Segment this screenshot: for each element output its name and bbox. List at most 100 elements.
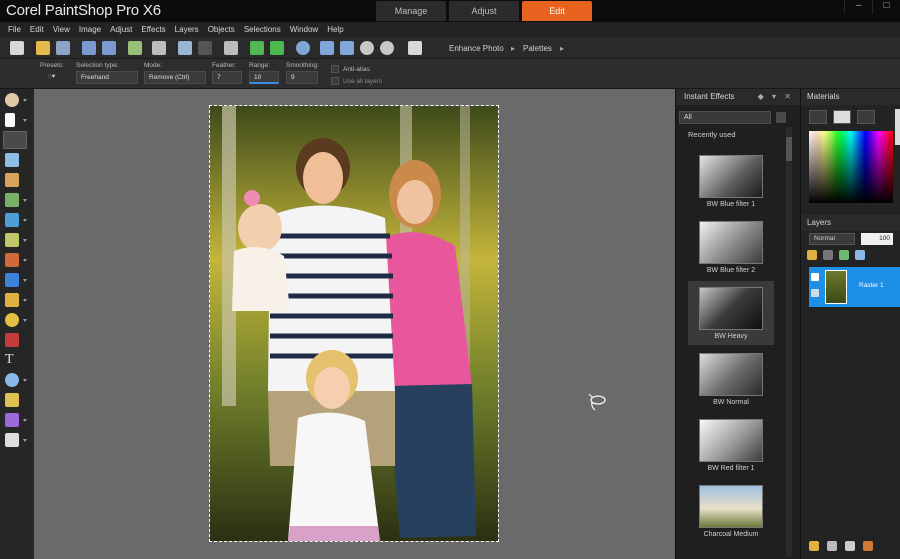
tab-adjust[interactable]: Adjust xyxy=(449,1,519,21)
effects-scrollbar[interactable] xyxy=(786,127,792,557)
pan-hand-icon[interactable] xyxy=(5,93,19,107)
pick-arrow-icon[interactable] xyxy=(5,113,15,127)
menu-help[interactable]: Help xyxy=(327,25,343,34)
dodge-icon[interactable] xyxy=(5,313,19,327)
chevron-down-icon[interactable] xyxy=(23,419,27,422)
chevron-down-icon[interactable] xyxy=(23,279,27,282)
view-options-icon[interactable] xyxy=(776,112,786,123)
menu-view[interactable]: View xyxy=(53,25,70,34)
rotate-left-icon[interactable] xyxy=(250,41,264,55)
tab-manage[interactable]: Manage xyxy=(376,1,446,21)
chevron-down-icon[interactable] xyxy=(23,319,27,322)
effect-bw-normal[interactable]: BW Normal xyxy=(688,347,774,411)
antialias-checkbox[interactable] xyxy=(331,65,339,73)
open-folder-icon[interactable] xyxy=(36,41,50,55)
menu-window[interactable]: Window xyxy=(290,25,318,34)
fit-window-icon[interactable] xyxy=(320,41,334,55)
chevron-down-icon[interactable] xyxy=(23,219,27,222)
use-all-layers-checkbox[interactable] xyxy=(331,77,339,85)
redo-icon[interactable] xyxy=(198,41,212,55)
makeover-icon[interactable] xyxy=(5,233,19,247)
menu-adjust[interactable]: Adjust xyxy=(110,25,132,34)
effect-bw-blue-filter-1[interactable]: BW Blue filter 1 xyxy=(688,149,774,213)
menu-objects[interactable]: Objects xyxy=(208,25,235,34)
rotate-right-icon[interactable] xyxy=(270,41,284,55)
freehand-selection-icon[interactable] xyxy=(3,131,27,149)
warp-brush-icon[interactable] xyxy=(5,413,19,427)
foreground-swatch[interactable] xyxy=(895,109,900,145)
family-photo[interactable] xyxy=(209,105,499,542)
blend-mode-select[interactable]: Normal xyxy=(809,233,855,245)
effect-bw-heavy[interactable]: BW Heavy xyxy=(688,281,774,345)
panel-controls-icon[interactable]: ◆ ▾ ✕ xyxy=(758,89,794,105)
crop-tool-icon[interactable] xyxy=(5,173,19,187)
chevron-down-icon[interactable] xyxy=(23,439,27,442)
mode-select[interactable]: Remove (Ctrl) xyxy=(144,71,206,84)
effect-bw-red-filter-1[interactable]: BW Red filter 1 xyxy=(688,413,774,477)
brush-icon[interactable] xyxy=(807,250,817,260)
delete-layer-icon[interactable] xyxy=(845,541,855,551)
copy-icon[interactable] xyxy=(408,41,422,55)
info-icon[interactable] xyxy=(296,41,310,55)
chevron-down-icon[interactable] xyxy=(23,299,27,302)
new-file-icon[interactable] xyxy=(10,41,24,55)
scratch-remover-icon[interactable] xyxy=(5,273,19,287)
chevron-down-icon[interactable] xyxy=(23,379,27,382)
pen-tool-icon[interactable] xyxy=(5,393,19,407)
rainbow-tab-icon[interactable] xyxy=(833,110,851,124)
zoom-out-icon[interactable] xyxy=(360,41,374,55)
color-replacer-icon[interactable] xyxy=(5,333,19,347)
menu-effects[interactable]: Effects xyxy=(141,25,165,34)
menu-layers[interactable]: Layers xyxy=(175,25,199,34)
lock-icon[interactable] xyxy=(811,289,819,297)
tab-edit[interactable]: Edit xyxy=(522,1,592,21)
zoom-in-icon[interactable] xyxy=(380,41,394,55)
scrollbar-thumb[interactable] xyxy=(786,137,792,161)
adjustment-layer-icon[interactable] xyxy=(839,250,849,260)
new-raster-icon[interactable] xyxy=(809,541,819,551)
chevron-down-icon[interactable] xyxy=(23,199,27,202)
presets-lasso-icon[interactable]: ◌▾ xyxy=(44,71,66,84)
smoothing-input[interactable]: 9 xyxy=(286,71,318,84)
opacity-input[interactable]: 100 xyxy=(861,233,893,245)
eraser-icon[interactable] xyxy=(5,433,19,447)
enhance-photo-button[interactable]: Enhance Photo xyxy=(449,44,504,53)
print-icon[interactable] xyxy=(152,41,166,55)
menu-file[interactable]: File xyxy=(8,25,21,34)
maximize-icon[interactable]: □ xyxy=(872,0,900,14)
frame-tab-icon[interactable] xyxy=(809,110,827,124)
chevron-down-icon[interactable] xyxy=(23,259,27,262)
range-input[interactable]: 10 xyxy=(249,71,279,84)
layer-properties-icon[interactable] xyxy=(863,541,873,551)
paint-brush-icon[interactable] xyxy=(5,293,19,307)
text-tool-icon[interactable]: T xyxy=(5,353,19,367)
scan-icon[interactable] xyxy=(56,41,70,55)
save-icon[interactable] xyxy=(82,41,96,55)
feather-input[interactable]: 7 xyxy=(212,71,242,84)
minimize-icon[interactable]: – xyxy=(844,0,872,14)
effect-charcoal-medium[interactable]: Charcoal Medium xyxy=(688,479,774,543)
clone-brush-icon[interactable] xyxy=(5,253,19,267)
actual-size-icon[interactable] xyxy=(340,41,354,55)
effect-bw-blue-filter-2[interactable]: BW Blue filter 2 xyxy=(688,215,774,279)
share-icon[interactable] xyxy=(128,41,142,55)
swatches-tab-icon[interactable] xyxy=(857,110,875,124)
chevron-down-icon[interactable] xyxy=(23,119,27,122)
chevron-down-icon[interactable] xyxy=(23,99,27,102)
menu-selections[interactable]: Selections xyxy=(244,25,281,34)
dropdown-arrow-icon[interactable]: ▸ xyxy=(560,44,564,53)
preset-shape-icon[interactable] xyxy=(5,373,19,387)
chevron-down-icon[interactable] xyxy=(23,239,27,242)
menu-image[interactable]: Image xyxy=(79,25,101,34)
color-spectrum-picker[interactable] xyxy=(809,131,893,203)
dropdown-arrow-icon[interactable]: ▸ xyxy=(511,44,515,53)
undo-icon[interactable] xyxy=(178,41,192,55)
menu-edit[interactable]: Edit xyxy=(30,25,44,34)
visibility-icon[interactable] xyxy=(811,273,819,281)
red-eye-icon[interactable] xyxy=(5,213,19,227)
effects-filter-select[interactable]: All xyxy=(679,111,771,124)
new-layer-icon[interactable] xyxy=(855,250,865,260)
straighten-icon[interactable] xyxy=(5,193,19,207)
crop-icon[interactable] xyxy=(224,41,238,55)
save-as-icon[interactable] xyxy=(102,41,116,55)
